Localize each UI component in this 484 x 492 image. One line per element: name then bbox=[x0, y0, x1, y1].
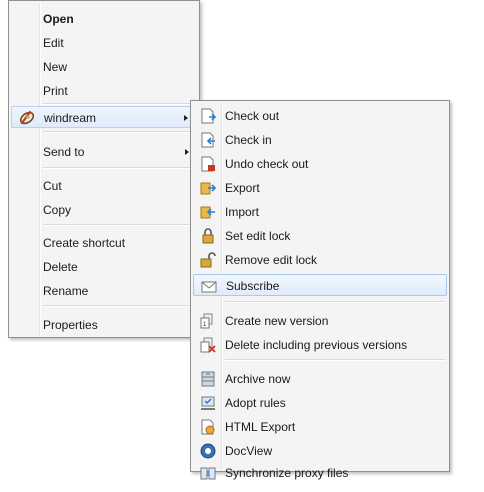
menu-item-label: Check out bbox=[225, 109, 280, 123]
menu-item-label: Undo check out bbox=[225, 157, 309, 171]
menu-item-label: Print bbox=[43, 84, 68, 98]
submenu-item-check-out[interactable]: Check out bbox=[193, 105, 447, 127]
menu-item-rename[interactable]: Rename bbox=[11, 280, 197, 302]
submenu-arrow-icon bbox=[185, 149, 189, 155]
menu-item-label: Create new version bbox=[225, 314, 329, 328]
export-icon bbox=[200, 182, 216, 195]
adopt-rules-icon bbox=[201, 396, 215, 410]
submenu-item-archive-now[interactable]: Archive now bbox=[193, 368, 447, 390]
menu-item-label: HTML Export bbox=[225, 420, 296, 434]
menu-item-label: Set edit lock bbox=[225, 229, 291, 243]
menu-item-create-shortcut[interactable]: Create shortcut bbox=[11, 232, 197, 254]
submenu-item-html-export[interactable]: HTML Export bbox=[193, 416, 447, 438]
submenu-item-delete-including-previous-versions[interactable]: Delete including previous versions bbox=[193, 334, 447, 356]
submenu-item-export[interactable]: Export bbox=[193, 177, 447, 199]
menu-item-label: Check in bbox=[225, 133, 272, 147]
menu-item-edit[interactable]: Edit bbox=[11, 32, 197, 54]
menu-item-label: windream bbox=[44, 111, 97, 125]
submenu-item-synchronize-proxy-files[interactable]: Synchronize proxy files bbox=[193, 464, 447, 482]
lock-icon bbox=[202, 228, 214, 244]
submenu-item-docview[interactable]: DocView bbox=[193, 440, 447, 462]
menu-item-label: New bbox=[43, 60, 68, 74]
menu-item-label: Open bbox=[43, 12, 74, 26]
menu-separator bbox=[225, 301, 445, 303]
envelope-icon bbox=[201, 281, 217, 293]
menu-item-label: Export bbox=[225, 181, 260, 195]
delete-versions-icon bbox=[200, 337, 216, 353]
menu-item-send-to[interactable]: Send to bbox=[11, 141, 197, 163]
submenu-item-subscribe[interactable]: Subscribe bbox=[193, 274, 447, 296]
menu-item-label: Send to bbox=[43, 145, 85, 159]
html-export-icon bbox=[201, 419, 215, 435]
menu-item-label: Copy bbox=[43, 203, 72, 217]
menu-separator bbox=[43, 131, 195, 133]
check-out-icon bbox=[201, 108, 216, 124]
sync-proxy-icon bbox=[200, 467, 216, 480]
menu-item-label: Remove edit lock bbox=[225, 253, 318, 267]
menu-item-properties[interactable]: Properties bbox=[11, 314, 197, 336]
menu-item-label: Create shortcut bbox=[43, 236, 126, 250]
context-menu: Open Edit New Print windream Send to Cut… bbox=[8, 0, 200, 338]
menu-item-new[interactable]: New bbox=[11, 56, 197, 78]
submenu-item-check-in[interactable]: Check in bbox=[193, 129, 447, 151]
submenu-item-import[interactable]: Import bbox=[193, 201, 447, 223]
submenu-arrow-icon bbox=[184, 115, 188, 121]
menu-item-label: Delete including previous versions bbox=[225, 338, 408, 352]
submenu-item-adopt-rules[interactable]: Adopt rules bbox=[193, 392, 447, 414]
menu-item-cut[interactable]: Cut bbox=[11, 175, 197, 197]
menu-item-label: DocView bbox=[225, 444, 273, 458]
menu-item-label: Edit bbox=[43, 36, 64, 50]
menu-item-label: Cut bbox=[43, 179, 62, 193]
menu-separator bbox=[43, 167, 195, 169]
menu-item-label: Rename bbox=[43, 284, 89, 298]
windream-submenu: Check out Check in Undo check out Export… bbox=[190, 100, 450, 480]
submenu-item-undo-check-out[interactable]: Undo check out bbox=[193, 153, 447, 175]
submenu-item-set-edit-lock[interactable]: Set edit lock bbox=[193, 225, 447, 247]
menu-item-print[interactable]: Print bbox=[11, 80, 197, 102]
menu-separator bbox=[43, 103, 195, 105]
menu-separator bbox=[43, 305, 195, 307]
check-in-icon bbox=[201, 132, 215, 148]
menu-item-label: Adopt rules bbox=[225, 396, 286, 410]
windream-logo-icon bbox=[19, 110, 35, 125]
unlock-icon bbox=[200, 252, 216, 268]
menu-item-label: Archive now bbox=[225, 372, 291, 386]
menu-separator bbox=[225, 359, 445, 361]
menu-item-label: Delete bbox=[43, 260, 78, 274]
menu-item-label: Synchronize proxy files bbox=[225, 466, 349, 480]
new-version-icon: 1 bbox=[200, 313, 213, 329]
menu-item-label: Properties bbox=[43, 318, 98, 332]
import-icon bbox=[200, 206, 215, 219]
menu-item-windream[interactable]: windream bbox=[11, 106, 197, 128]
menu-separator bbox=[43, 224, 195, 226]
menu-item-open[interactable]: Open bbox=[11, 8, 197, 30]
menu-item-label: Import bbox=[225, 205, 260, 219]
menu-item-label: Subscribe bbox=[226, 279, 280, 293]
docview-icon bbox=[200, 443, 216, 459]
menu-item-delete[interactable]: Delete bbox=[11, 256, 197, 278]
submenu-item-remove-edit-lock[interactable]: Remove edit lock bbox=[193, 249, 447, 271]
undo-check-out-icon bbox=[201, 156, 215, 172]
archive-icon bbox=[201, 371, 215, 387]
submenu-item-create-new-version[interactable]: 1 Create new version bbox=[193, 310, 447, 332]
menu-item-copy[interactable]: Copy bbox=[11, 199, 197, 221]
